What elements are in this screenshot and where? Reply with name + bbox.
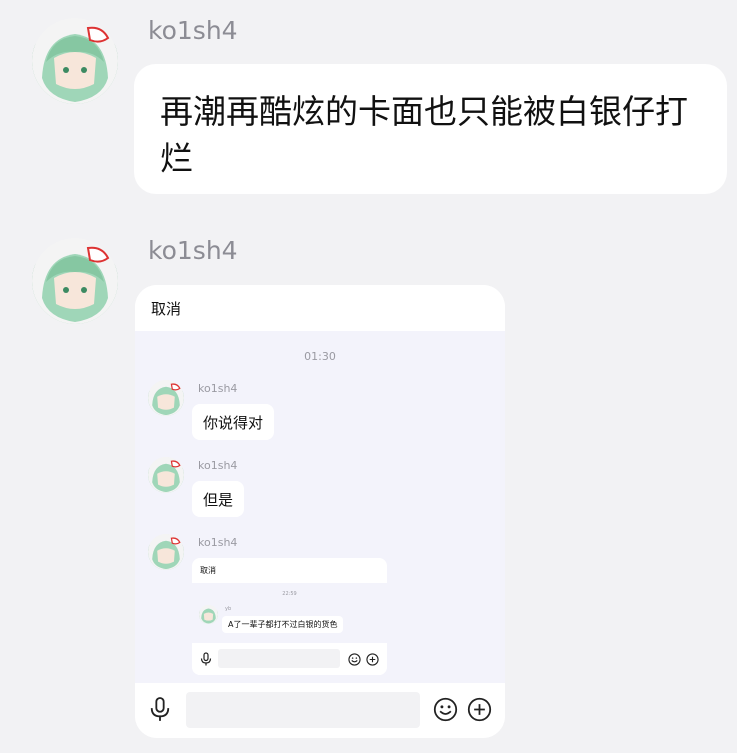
message-input[interactable] xyxy=(186,692,420,728)
message-input xyxy=(218,649,340,668)
avatar xyxy=(199,605,218,624)
message-text: A了一辈子都打不过白银的货色 xyxy=(228,620,338,629)
screenshot-card[interactable]: 取消 01:30 ko1sh4 你说得对 ko1sh4 但是 ko1sh4 取消… xyxy=(135,285,505,738)
sender-name: ko1sh4 xyxy=(148,16,238,45)
sender-name: ko1sh4 xyxy=(148,236,238,265)
sender-name: yb xyxy=(225,606,232,612)
nested-screenshot-card: 取消 22:59 yb A了一辈子都打不过白银的货色 xyxy=(192,558,387,675)
screenshot-chat-area: 01:30 ko1sh4 你说得对 ko1sh4 但是 ko1sh4 取消 22… xyxy=(135,331,505,683)
microphone-icon[interactable] xyxy=(149,696,171,722)
cancel-button: 取消 xyxy=(200,566,216,575)
sender-name: ko1sh4 xyxy=(198,382,238,395)
input-bar xyxy=(135,683,505,738)
message-text: 但是 xyxy=(203,490,234,509)
cancel-button[interactable]: 取消 xyxy=(151,298,181,319)
microphone-icon xyxy=(200,652,212,666)
plus-circle-icon[interactable] xyxy=(467,697,492,722)
timestamp: 22:59 xyxy=(282,591,297,597)
message-text: 你说得对 xyxy=(203,413,264,432)
message-bubble: A了一辈子都打不过白银的货色 xyxy=(222,616,344,633)
avatar[interactable] xyxy=(32,238,118,324)
smiley-icon[interactable] xyxy=(433,697,458,722)
nested-input-bar xyxy=(192,643,387,675)
message-bubble: 但是 xyxy=(192,481,245,517)
message-bubble: 你说得对 xyxy=(192,404,275,440)
avatar xyxy=(148,380,184,416)
plus-circle-icon xyxy=(366,653,379,666)
smiley-icon xyxy=(348,653,361,666)
nested-chat-area: 22:59 yb A了一辈子都打不过白银的货色 xyxy=(192,583,387,643)
avatar[interactable] xyxy=(32,18,118,104)
timestamp: 01:30 xyxy=(304,350,336,363)
sender-name: ko1sh4 xyxy=(198,459,238,472)
avatar xyxy=(148,457,184,493)
message-bubble[interactable]: 再潮再酷炫的卡面也只能被白银仔打烂 xyxy=(134,64,727,194)
avatar xyxy=(148,534,184,570)
message-text: 再潮再酷炫的卡面也只能被白银仔打烂 xyxy=(160,92,688,178)
screenshot-header: 取消 xyxy=(135,285,505,331)
sender-name: ko1sh4 xyxy=(198,536,238,549)
